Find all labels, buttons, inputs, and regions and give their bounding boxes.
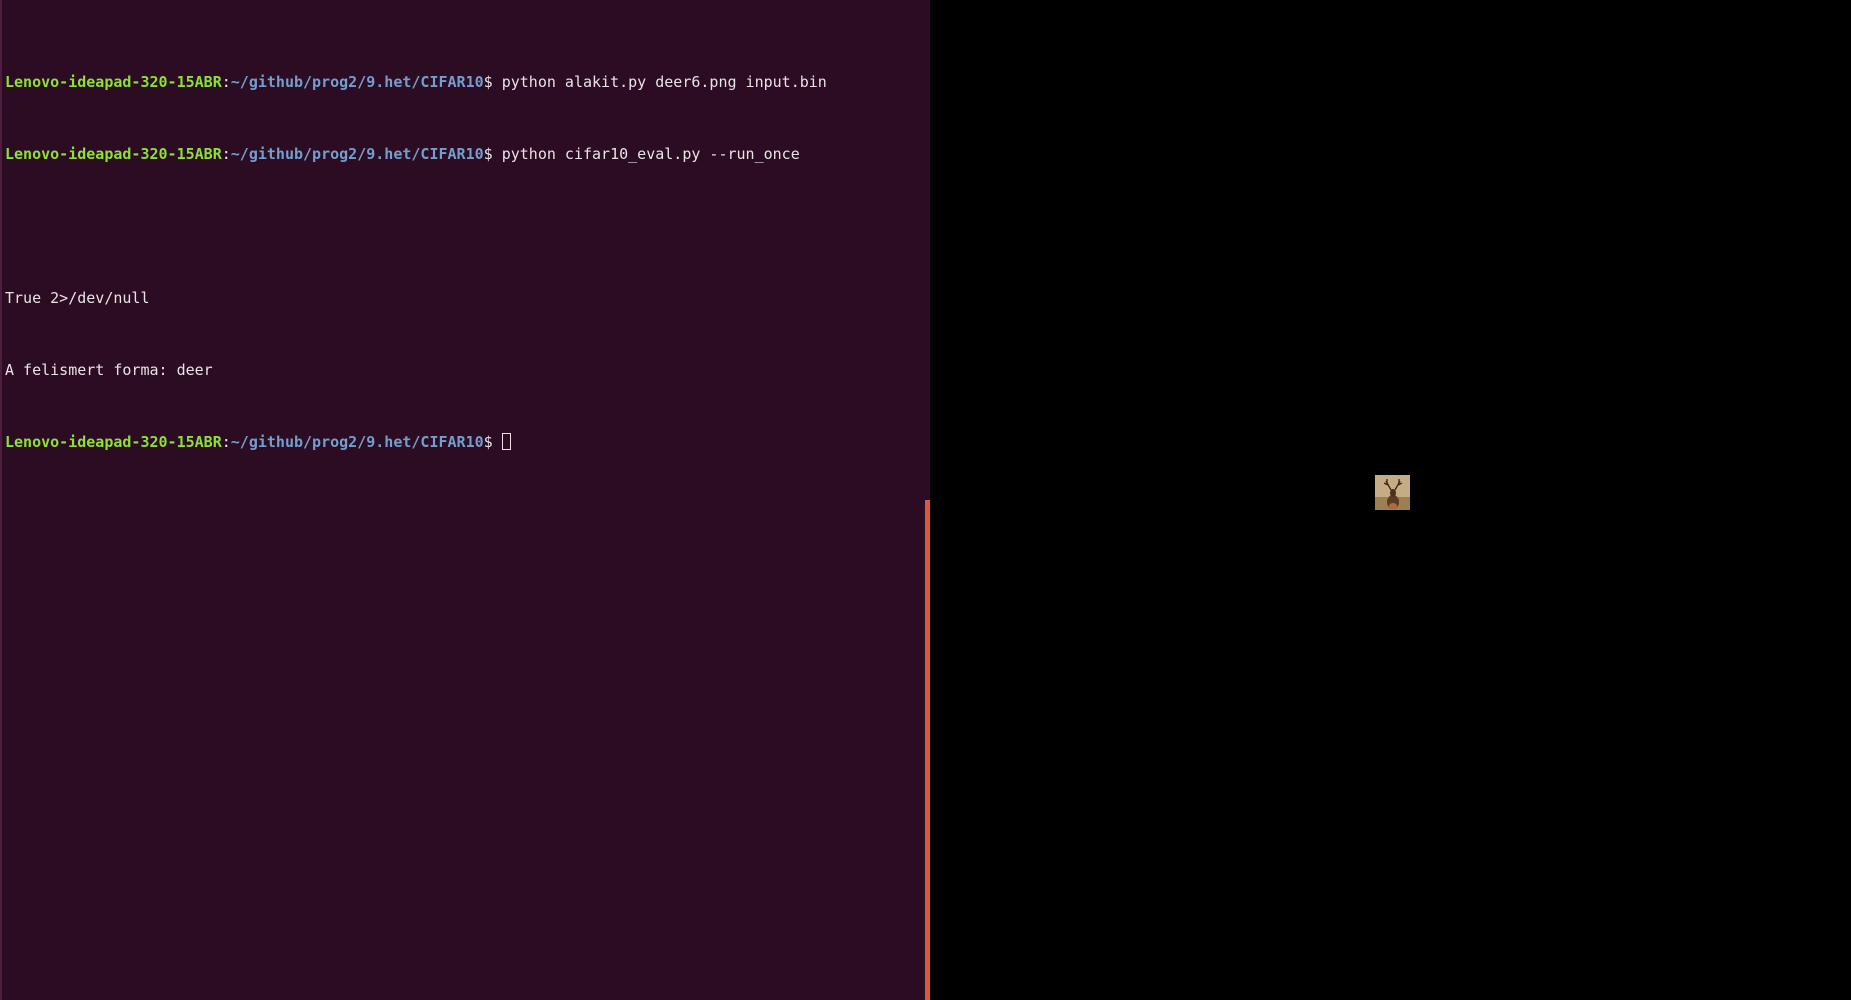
prompt-separator: : [221,73,231,91]
prompt-host: Lenovo-ideapad-320-15ABR [5,433,222,451]
terminal-line-2: Lenovo-ideapad-320-15ABR:~/github/prog2/… [5,145,926,163]
prompt-separator: : [221,145,231,163]
output-text: True 2>/dev/null [5,289,150,307]
text-cursor[interactable] [501,433,511,450]
terminal-line-current-prompt[interactable]: Lenovo-ideapad-320-15ABR:~/github/prog2/… [5,433,926,451]
output-text: A felismert forma: deer [5,361,213,379]
prompt-symbol: $ [483,145,502,163]
prompt-path: ~/github/prog2/9.het/CIFAR10 [230,73,484,91]
prompt-path: ~/github/prog2/9.het/CIFAR10 [230,433,484,451]
prompt-host: Lenovo-ideapad-320-15ABR [5,145,222,163]
terminal-left-border [0,0,2,1000]
prompt-symbol: $ [483,433,502,451]
prompt-separator: : [221,433,231,451]
deer-image [1375,475,1410,510]
deer-photo-icon [1375,475,1410,510]
terminal-line-output-1: True 2>/dev/null [5,289,926,307]
prompt-symbol: $ [483,73,502,91]
prompt-host: Lenovo-ideapad-320-15ABR [5,73,222,91]
terminal-window[interactable]: Lenovo-ideapad-320-15ABR:~/github/prog2/… [0,0,930,1000]
command-text: python cifar10_eval.py --run_once [501,145,800,163]
command-text: python alakit.py deer6.png input.bin [501,73,827,91]
terminal-line-1: Lenovo-ideapad-320-15ABR:~/github/prog2/… [5,73,926,91]
terminal-line-output-2: A felismert forma: deer [5,361,926,379]
desktop: Lenovo-ideapad-320-15ABR:~/github/prog2/… [0,0,1851,1000]
image-viewer-window [930,0,1851,1000]
prompt-path: ~/github/prog2/9.het/CIFAR10 [230,145,484,163]
